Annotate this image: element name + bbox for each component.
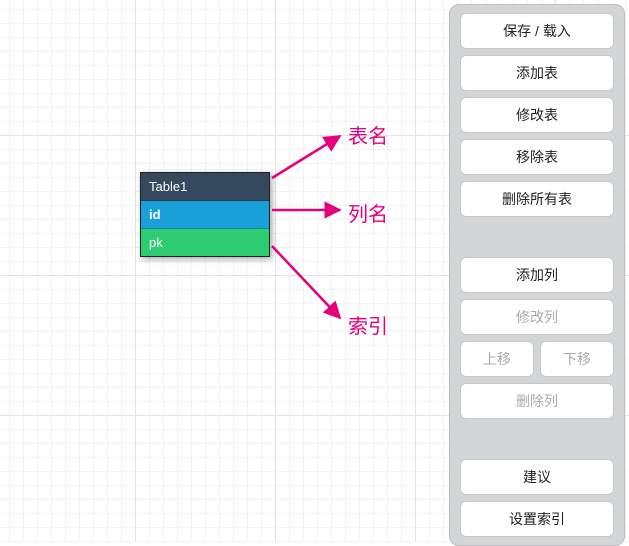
annotation-table-name: 表名 xyxy=(348,120,388,149)
table-name-text: Table1 xyxy=(149,179,187,194)
table-column-row[interactable]: id xyxy=(141,201,269,229)
move-row: 上移 下移 xyxy=(460,341,614,377)
add-column-button[interactable]: 添加列 xyxy=(460,257,614,293)
suggest-button[interactable]: 建议 xyxy=(460,459,614,495)
save-load-button[interactable]: 保存 / 载入 xyxy=(460,13,614,49)
edit-column-button[interactable]: 修改列 xyxy=(460,299,614,335)
table-column-text: id xyxy=(149,207,161,222)
edit-table-button[interactable]: 修改表 xyxy=(460,97,614,133)
table-index-text: pk xyxy=(149,235,163,250)
side-panel: 保存 / 载入 添加表 修改表 移除表 删除所有表 添加列 修改列 上移 下移 … xyxy=(449,4,625,546)
table-title-row[interactable]: Table1 xyxy=(141,173,269,201)
move-down-button[interactable]: 下移 xyxy=(540,341,614,377)
remove-table-button[interactable]: 移除表 xyxy=(460,139,614,175)
delete-column-button[interactable]: 删除列 xyxy=(460,383,614,419)
table-index-row[interactable]: pk xyxy=(141,229,269,256)
annotation-column-name: 列名 xyxy=(348,198,388,227)
set-index-button[interactable]: 设置索引 xyxy=(460,501,614,537)
remove-all-tables-button[interactable]: 删除所有表 xyxy=(460,181,614,217)
table-card[interactable]: Table1 id pk xyxy=(140,172,270,257)
panel-spacer xyxy=(460,223,614,251)
panel-spacer-2 xyxy=(460,425,614,453)
move-up-button[interactable]: 上移 xyxy=(460,341,534,377)
add-table-button[interactable]: 添加表 xyxy=(460,55,614,91)
annotation-index-name: 索引 xyxy=(348,310,388,339)
